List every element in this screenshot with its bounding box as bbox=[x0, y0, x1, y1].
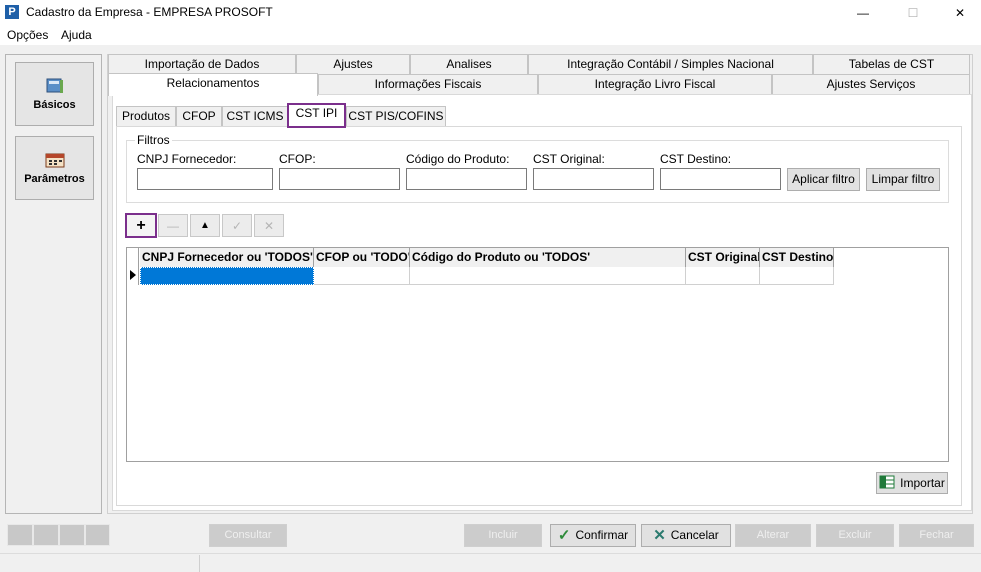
x-icon: ✕ bbox=[263, 218, 275, 233]
confirmar-label: Confirmar bbox=[575, 528, 629, 542]
label-cst-destino: CST Destino: bbox=[660, 152, 732, 166]
subtab-cst-icms[interactable]: CST ICMS bbox=[222, 106, 288, 126]
x-icon: ✕ bbox=[653, 527, 666, 544]
window-title: Cadastro da Empresa - EMPRESA PROSOFT bbox=[26, 5, 273, 19]
consultar-button[interactable]: Consultar bbox=[209, 524, 287, 547]
close-button[interactable]: ✕ bbox=[937, 0, 981, 25]
grid-cell-cnpj[interactable] bbox=[140, 267, 314, 285]
filters-legend: Filtros bbox=[135, 133, 172, 147]
clear-filter-button[interactable]: Limpar filtro bbox=[866, 168, 940, 191]
sidebar-item-label: Básicos bbox=[33, 99, 76, 111]
maximize-button[interactable]: ☐ bbox=[890, 0, 936, 25]
tab-informacoes-fiscais[interactable]: Informações Fiscais bbox=[318, 74, 538, 94]
column-header-cfop[interactable]: CFOP ou 'TODO' bbox=[314, 248, 410, 267]
tab-ajustes[interactable]: Ajustes bbox=[296, 54, 410, 74]
tab-importacao-dados[interactable]: Importação de Dados bbox=[108, 54, 296, 74]
spreadsheet-icon bbox=[879, 475, 895, 492]
import-label: Importar bbox=[900, 476, 945, 490]
check-icon: ✓ bbox=[557, 527, 571, 544]
column-header-cst-original[interactable]: CST Original bbox=[686, 248, 760, 267]
import-button[interactable]: Importar bbox=[876, 472, 948, 494]
cst-original-input[interactable] bbox=[533, 168, 654, 190]
calendar-icon bbox=[45, 151, 65, 168]
subtab-produtos[interactable]: Produtos bbox=[116, 106, 176, 126]
sidebar-item-parametros[interactable]: Parâmetros bbox=[15, 136, 94, 200]
menu-bar bbox=[0, 25, 981, 45]
tab-tabelas-cst[interactable]: Tabelas de CST bbox=[813, 54, 970, 74]
incluir-button[interactable]: Incluir bbox=[464, 524, 542, 547]
check-icon: ✓ bbox=[231, 218, 243, 233]
cfop-input[interactable] bbox=[279, 168, 400, 190]
book-icon bbox=[45, 77, 65, 93]
sidebar-item-label: Parâmetros bbox=[24, 173, 85, 185]
column-header-cst-destino[interactable]: CST Destino bbox=[760, 248, 834, 267]
sidebar-item-basicos[interactable]: Básicos bbox=[15, 62, 94, 126]
fechar-button[interactable]: Fechar bbox=[899, 524, 974, 547]
grid-cell-cfop[interactable] bbox=[314, 267, 410, 285]
minimize-button[interactable]: — bbox=[840, 0, 886, 25]
column-header-cnpj[interactable]: CNPJ Fornecedor ou 'TODOS' bbox=[140, 248, 314, 267]
app-logo-icon: P bbox=[5, 5, 19, 19]
status-segment bbox=[33, 524, 59, 546]
cancelar-button[interactable]: ✕ Cancelar bbox=[641, 524, 731, 547]
column-header-codigo-produto[interactable]: Código do Produto ou 'TODOS' bbox=[410, 248, 686, 267]
status-segment bbox=[85, 524, 110, 546]
label-codigo-produto: Código do Produto: bbox=[406, 152, 510, 166]
nav-add-button[interactable]: + bbox=[125, 213, 157, 238]
menu-ajuda[interactable]: Ajuda bbox=[61, 28, 92, 42]
grid-cell-cst-destino[interactable] bbox=[760, 267, 834, 285]
nav-delete-button[interactable]: — bbox=[158, 214, 188, 237]
status-divider bbox=[199, 555, 200, 572]
subtab-cst-ipi[interactable]: CST IPI bbox=[287, 103, 346, 128]
label-cnpj-fornecedor: CNPJ Fornecedor: bbox=[137, 152, 237, 166]
status-bar bbox=[0, 553, 981, 572]
confirmar-button[interactable]: ✓ Confirmar bbox=[550, 524, 636, 547]
menu-opcoes[interactable]: Opções bbox=[7, 28, 48, 42]
status-segment bbox=[59, 524, 85, 546]
alterar-button[interactable]: Alterar bbox=[735, 524, 811, 547]
subtab-cfop[interactable]: CFOP bbox=[176, 106, 222, 126]
excluir-button[interactable]: Excluir bbox=[816, 524, 894, 547]
tab-integracao-contabil[interactable]: Integração Contábil / Simples Nacional bbox=[528, 54, 813, 74]
label-cst-original: CST Original: bbox=[533, 152, 605, 166]
codigo-produto-input[interactable] bbox=[406, 168, 527, 190]
cst-destino-input[interactable] bbox=[660, 168, 781, 190]
grid-cell-cst-original[interactable] bbox=[686, 267, 760, 285]
plus-icon: + bbox=[136, 216, 146, 234]
current-row-arrow-icon bbox=[130, 270, 136, 280]
tab-ajustes-servicos[interactable]: Ajustes Serviços bbox=[772, 74, 970, 94]
subtab-cst-pis-cofins[interactable]: CST PIS/COFINS bbox=[346, 106, 446, 126]
status-segment bbox=[7, 524, 33, 546]
apply-filter-button[interactable]: Aplicar filtro bbox=[787, 168, 860, 191]
nav-cancel-button[interactable]: ✕ bbox=[254, 214, 284, 237]
label-cfop: CFOP: bbox=[279, 152, 316, 166]
tab-analises[interactable]: Analises bbox=[410, 54, 528, 74]
grid-cell-codigo-produto[interactable] bbox=[410, 267, 686, 285]
minus-icon: — bbox=[167, 218, 179, 233]
cancelar-label: Cancelar bbox=[670, 528, 719, 542]
triangle-up-icon: ▲ bbox=[200, 220, 210, 231]
tab-relacionamentos[interactable]: Relacionamentos bbox=[108, 73, 318, 96]
nav-post-button[interactable]: ✓ bbox=[222, 214, 252, 237]
tab-integracao-livro-fiscal[interactable]: Integração Livro Fiscal bbox=[538, 74, 772, 94]
nav-edit-button[interactable]: ▲ bbox=[190, 214, 220, 237]
cnpj-fornecedor-input[interactable] bbox=[137, 168, 273, 190]
